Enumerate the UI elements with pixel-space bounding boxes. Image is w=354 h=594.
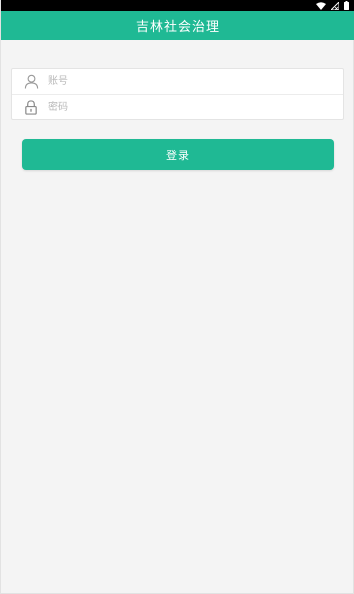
app-header: 吉林社会治理: [1, 11, 354, 40]
status-bar: [1, 0, 354, 11]
password-input[interactable]: [48, 97, 318, 117]
signal-icon: [331, 1, 339, 10]
wifi-icon: [316, 1, 326, 10]
account-row[interactable]: [12, 69, 343, 94]
login-button[interactable]: 登录: [22, 139, 334, 170]
status-icons: [316, 1, 349, 10]
login-form: [11, 68, 344, 120]
user-icon: [23, 74, 39, 90]
password-row[interactable]: [12, 94, 343, 119]
page-title: 吉林社会治理: [135, 20, 220, 35]
battery-icon: [344, 1, 349, 10]
app-screen: 吉林社会治理 登录: [0, 0, 354, 594]
lock-icon: [23, 99, 39, 115]
account-input[interactable]: [48, 71, 318, 92]
